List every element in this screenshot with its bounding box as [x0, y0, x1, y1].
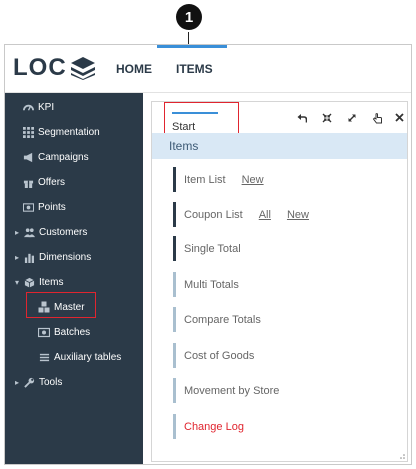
sidebar-item-label: Customers — [39, 226, 88, 238]
list-item-item-list: Item List New — [173, 167, 393, 192]
section-header: Items — [152, 133, 407, 159]
sidebar-item-label: Batches — [54, 326, 91, 338]
nav-items[interactable]: ITEMS — [176, 62, 213, 76]
item-list-new-link[interactable]: New — [242, 174, 264, 186]
pointer-icon[interactable] — [370, 113, 384, 127]
sidebar-item-segmentation[interactable]: Segmentation — [5, 122, 143, 142]
wrench-icon — [23, 376, 35, 388]
list-item-coupon-list: Coupon List All New — [173, 202, 393, 227]
sidebar-item-points[interactable]: Points — [5, 197, 143, 217]
sidebar-item-label: Dimensions — [39, 251, 92, 263]
caret-right-icon[interactable]: ▸ — [15, 228, 22, 237]
section-title: Items — [169, 139, 199, 153]
sidebar-item-auxiliary-tables[interactable]: Auxiliary tables — [5, 347, 143, 367]
coupon-list-new-link[interactable]: New — [287, 209, 309, 221]
box-icon — [23, 276, 35, 288]
points-icon — [22, 201, 34, 213]
list-item-compare-totals: Compare Totals — [173, 307, 393, 332]
undo-icon[interactable] — [295, 113, 309, 126]
sidebar-item-label: Tools — [39, 376, 63, 388]
sidebar-item-items[interactable]: ▾ Items — [5, 272, 143, 292]
expand-icon[interactable] — [345, 113, 359, 126]
sidebar-item-label: Segmentation — [38, 126, 100, 138]
callout-badge: 1 — [176, 4, 202, 30]
item-list-link[interactable]: Item List — [184, 174, 226, 186]
highlight-box-master — [26, 292, 96, 318]
content-panel: Start Items Item List New Coupon List Al… — [151, 101, 408, 462]
caret-down-icon[interactable]: ▾ — [15, 278, 22, 287]
sidebar-item-label: Points — [38, 201, 66, 213]
sidebar-item-label: Auxiliary tables — [54, 351, 122, 363]
list-item-multi-totals: Multi Totals — [173, 272, 393, 297]
sidebar-item-label: Campaigns — [38, 151, 89, 163]
app-window: LOC HOME ITEMS KPI Segmentation Campaign… — [4, 44, 412, 465]
sidebar-item-kpi[interactable]: KPI — [5, 97, 143, 117]
movement-by-store-link[interactable]: Movement by Store — [184, 385, 279, 397]
sidebar-item-dimensions[interactable]: ▸ Dimensions — [5, 247, 143, 267]
coupon-list-all-link[interactable]: All — [259, 209, 271, 221]
list-icon — [38, 351, 50, 363]
nav-home[interactable]: HOME — [116, 62, 152, 76]
caret-right-icon[interactable]: ▸ — [15, 378, 22, 387]
gauge-icon — [22, 101, 34, 113]
cost-of-goods-link[interactable]: Cost of Goods — [184, 350, 254, 362]
caret-right-icon[interactable]: ▸ — [15, 253, 22, 262]
compare-totals-link[interactable]: Compare Totals — [184, 314, 261, 326]
sidebar-item-campaigns[interactable]: Campaigns — [5, 147, 143, 167]
sidebar-item-customers[interactable]: ▸ Customers — [5, 222, 143, 242]
batch-icon — [38, 326, 50, 338]
resize-handle-icon[interactable] — [397, 451, 405, 459]
multi-totals-link[interactable]: Multi Totals — [184, 279, 239, 291]
compress-icon[interactable] — [320, 113, 334, 126]
logo-stack-icon — [70, 57, 95, 80]
single-total-link[interactable]: Single Total — [184, 243, 241, 255]
grid-icon — [22, 126, 34, 138]
list-item-cost-of-goods: Cost of Goods — [173, 343, 393, 368]
users-icon — [23, 226, 35, 238]
list-item-change-log: Change Log — [173, 414, 393, 439]
sidebar-item-tools[interactable]: ▸ Tools — [5, 372, 143, 392]
megaphone-icon — [22, 151, 34, 163]
logo-text: LOC — [13, 54, 67, 81]
list-item-single-total: Single Total — [173, 236, 393, 261]
sidebar-item-label: Items — [39, 276, 64, 288]
sidebar: KPI Segmentation Campaigns Offers Points — [5, 93, 143, 464]
coupon-list-link[interactable]: Coupon List — [184, 209, 243, 221]
change-log-link[interactable]: Change Log — [184, 421, 244, 433]
list-item-movement-by-store: Movement by Store — [173, 378, 393, 403]
sidebar-item-label: Offers — [38, 176, 66, 188]
logo[interactable]: LOC — [13, 54, 96, 82]
top-navigation-bar: LOC HOME ITEMS — [5, 45, 411, 93]
bar-chart-icon — [23, 251, 35, 263]
close-icon[interactable] — [392, 113, 406, 125]
nav-active-indicator — [157, 45, 227, 48]
gift-icon — [22, 176, 34, 188]
sidebar-item-label: KPI — [38, 101, 55, 113]
sidebar-item-batches[interactable]: Batches — [5, 322, 143, 342]
sidebar-item-offers[interactable]: Offers — [5, 172, 143, 192]
